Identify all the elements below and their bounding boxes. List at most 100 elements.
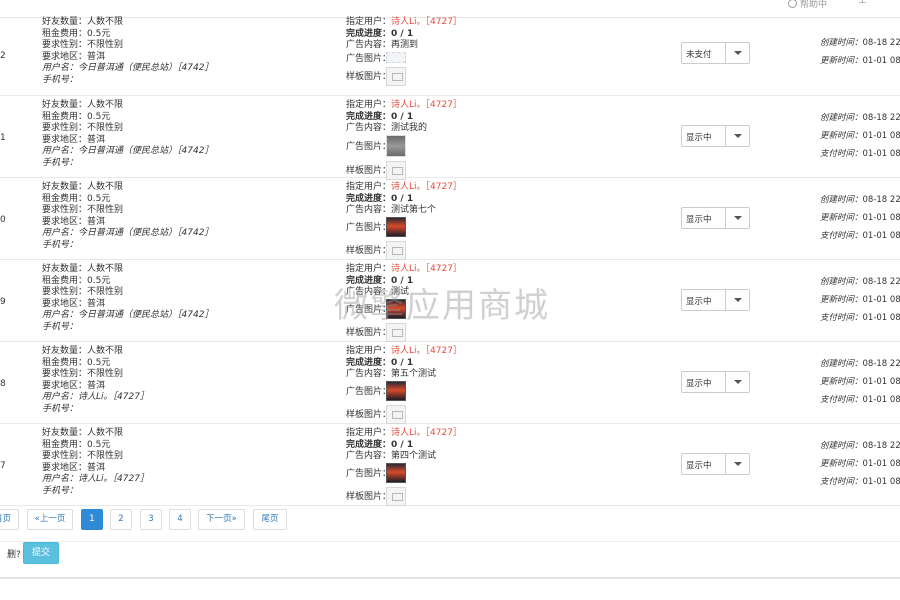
friends-value: 人数不限 <box>87 182 124 192</box>
rent-value: 0.5元 <box>87 111 111 122</box>
requirements-cell: 好友数量：人数不限 租金费用：0.5元 要求性别：不限性别 要求地区：普洱 用户名：今日… <box>42 264 214 332</box>
progress-value: 0 / 1 <box>391 275 414 286</box>
sample-image-thumbnail[interactable] <box>386 240 406 260</box>
order-row: 2 好友数量：人数不限 租金费用：0.5元 要求性别：不限性别 要求地区：普洱 用户名：今… <box>0 17 900 96</box>
ad-content-value: 测试我的 <box>391 123 428 133</box>
updated-time: 01-01 08:3 <box>862 377 900 387</box>
order-row: 1 好友数量：人数不限 租金费用：0.5元 要求性别：不限性别 要求地区：普洱 用户名：今… <box>0 96 900 180</box>
created-time: 08-18 22:3 <box>862 38 900 48</box>
chevron-down-icon[interactable] <box>725 372 749 392</box>
ad-image-thumbnail[interactable] <box>386 216 406 237</box>
gender-value: 不限性别 <box>87 40 124 50</box>
paid-time: 01-01 08:3 <box>862 231 900 241</box>
sample-image-thumbnail[interactable] <box>386 160 406 180</box>
ad-image-thumbnail[interactable] <box>386 134 406 157</box>
sample-image-thumbnail[interactable] <box>386 322 406 342</box>
submit-button[interactable]: 提交 <box>23 542 59 564</box>
status-value: 显示中 <box>686 215 712 225</box>
paid-time: 01-01 08:3 <box>862 395 900 405</box>
created-time: 08-18 22:2 <box>862 277 900 287</box>
rent-value: 0.5元 <box>87 275 111 286</box>
row-id: 2 <box>0 51 6 61</box>
username-value: 今日普洱通（便民总站）［4742］ <box>78 228 214 238</box>
ad-image-thumbnail[interactable] <box>386 380 406 401</box>
status-select[interactable]: 显示中 <box>681 125 750 147</box>
prev-page-button[interactable]: «上一页 <box>27 509 73 530</box>
ad-content-value: 第四个测试 <box>391 451 437 461</box>
designated-user-value[interactable]: 诗人Li。［4727］ <box>391 428 462 438</box>
created-time: 08-18 22:2 <box>862 359 900 369</box>
status-select[interactable]: 显示中 <box>681 289 750 311</box>
progress-value: 0 / 1 <box>391 439 414 450</box>
region-value: 普洱 <box>87 298 106 309</box>
order-row: 8 好友数量：人数不限 租金费用：0.5元 要求性别：不限性别 要求地区：普洱 用户名：诗… <box>0 342 900 424</box>
ad-cell: 指定用户：诗人Li。［4727］ 完成进度：0 / 1 广告内容：测试 广告图片： 样板… <box>346 264 462 344</box>
gender-value: 不限性别 <box>87 205 124 215</box>
ad-image-thumbnail[interactable] <box>386 51 406 63</box>
ad-cell: 指定用户：诗人Li。［4727］ 完成进度：0 / 1 广告内容：测试我的 广告图片：… <box>346 100 462 182</box>
updated-time: 01-01 08:3 <box>862 131 900 141</box>
friends-value: 人数不限 <box>87 346 124 356</box>
ad-content-value: 再测到 <box>391 40 419 50</box>
chevron-down-icon[interactable] <box>725 454 749 474</box>
requirements-cell: 好友数量：人数不限 租金费用：0.5元 要求性别：不限性别 要求地区：普洱 用户名：今日… <box>42 17 214 85</box>
ad-image-thumbnail[interactable] <box>386 298 406 319</box>
requirements-cell: 好友数量：人数不限 租金费用：0.5元 要求性别：不限性别 要求地区：普洱 用户名：今日… <box>42 100 214 168</box>
status-select[interactable]: 显示中 <box>681 453 750 475</box>
gender-value: 不限性别 <box>87 369 124 379</box>
status-value: 未支付 <box>686 50 712 60</box>
page-1-button[interactable]: 1 <box>81 509 103 530</box>
username-value: 今日普洱通（便民总站）［4742］ <box>78 63 214 73</box>
ad-cell: 指定用户：诗人Li。［4727］ 完成进度：0 / 1 广告内容：第四个测试 广告图片… <box>346 428 462 508</box>
rent-value: 0.5元 <box>87 193 111 204</box>
ad-cell: 指定用户：诗人Li。［4727］ 完成进度：0 / 1 广告内容：再测到 广告图片：样… <box>346 17 462 88</box>
rent-value: 0.5元 <box>87 28 111 39</box>
designated-user-value[interactable]: 诗人Li。［4727］ <box>391 17 462 27</box>
row-id: 9 <box>0 297 6 307</box>
designated-user-value[interactable]: 诗人Li。［4727］ <box>391 346 462 356</box>
ad-image-thumbnail[interactable] <box>386 462 406 483</box>
status-select[interactable]: 显示中 <box>681 371 750 393</box>
chevron-down-icon[interactable] <box>725 43 749 63</box>
username-value: 诗人Li。［4727］ <box>78 474 149 484</box>
pin-icon[interactable]: ⊥ <box>858 0 867 6</box>
paid-time: 01-01 08:3 <box>862 313 900 323</box>
page-3-button[interactable]: 3 <box>140 509 162 530</box>
progress-value: 0 / 1 <box>391 111 414 122</box>
rent-value: 0.5元 <box>87 439 111 450</box>
order-row: 0 好友数量：人数不限 租金费用：0.5元 要求性别：不限性别 要求地区：普洱 用户名：今… <box>0 178 900 260</box>
chevron-down-icon[interactable] <box>725 208 749 228</box>
order-row: 7 好友数量：人数不限 租金费用：0.5元 要求性别：不限性别 要求地区：普洱 用户名：诗… <box>0 424 900 506</box>
status-value: 显示中 <box>686 379 712 389</box>
help-link[interactable]: 帮助中 <box>788 0 827 10</box>
sample-image-thumbnail[interactable] <box>386 404 406 424</box>
updated-time: 01-01 08:3 <box>862 459 900 469</box>
sample-image-thumbnail[interactable] <box>386 486 406 506</box>
username-value: 诗人Li。［4727］ <box>78 392 149 402</box>
next-page-button[interactable]: 下一页» <box>198 509 245 530</box>
first-page-button[interactable]: 首页 <box>0 509 19 530</box>
row-id: 1 <box>0 133 6 143</box>
sample-image-thumbnail[interactable] <box>386 66 406 86</box>
progress-value: 0 / 1 <box>391 193 414 204</box>
gender-value: 不限性别 <box>87 451 124 461</box>
status-select[interactable]: 未支付 <box>681 42 750 64</box>
designated-user-value[interactable]: 诗人Li。［4727］ <box>391 182 462 192</box>
last-page-button[interactable]: 尾页 <box>253 509 287 530</box>
progress-value: 0 / 1 <box>391 357 414 368</box>
page-4-button[interactable]: 4 <box>169 509 191 530</box>
paid-time: 01-01 08:3 <box>862 149 900 159</box>
order-row: 9 好友数量：人数不限 租金费用：0.5元 要求性别：不限性别 要求地区：普洱 用户名：今… <box>0 260 900 342</box>
created-time: 08-18 22:2 <box>862 195 900 205</box>
updated-time: 01-01 08:3 <box>862 56 900 66</box>
friends-value: 人数不限 <box>87 100 124 110</box>
status-select[interactable]: 显示中 <box>681 207 750 229</box>
designated-user-value[interactable]: 诗人Li。［4727］ <box>391 100 462 110</box>
page-2-button[interactable]: 2 <box>110 509 132 530</box>
username-value: 今日普洱通（便民总站）［4742］ <box>78 146 214 156</box>
created-time: 08-18 22:3 <box>862 113 900 123</box>
chevron-down-icon[interactable] <box>725 126 749 146</box>
chevron-down-icon[interactable] <box>725 290 749 310</box>
designated-user-value[interactable]: 诗人Li。［4727］ <box>391 264 462 274</box>
friends-value: 人数不限 <box>87 17 124 27</box>
